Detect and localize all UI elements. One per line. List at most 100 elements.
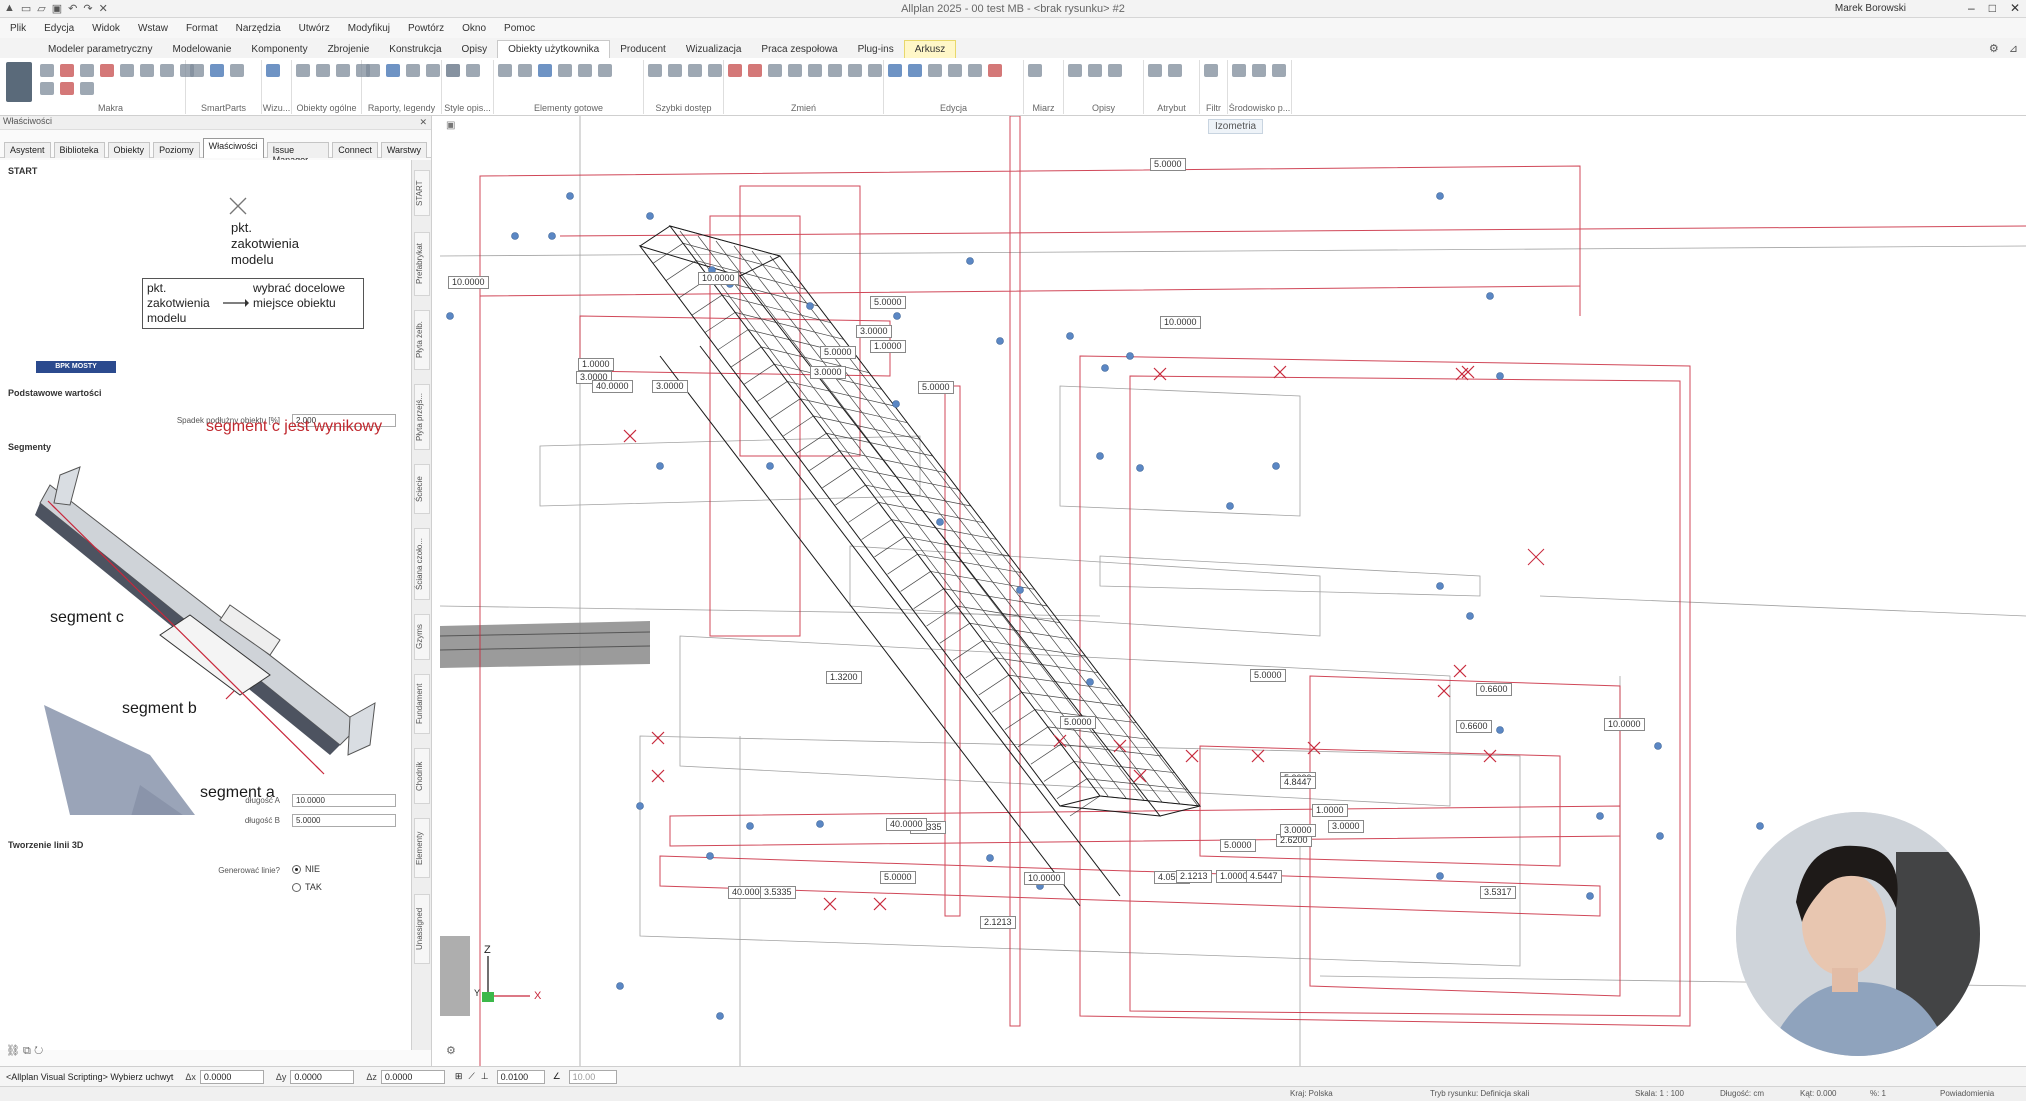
dimension-label[interactable]: 5.0000 <box>1250 669 1286 682</box>
ribbon-tab[interactable]: Plug-ins <box>848 41 904 58</box>
vertical-tab[interactable]: Unassigned <box>414 894 430 964</box>
snap-icon[interactable]: ⊞ <box>455 1071 463 1082</box>
radio-dot[interactable] <box>292 882 301 892</box>
status-percent[interactable]: %: 1 <box>1870 1089 1886 1098</box>
palette-tab[interactable]: Connect <box>332 142 378 158</box>
dimension-label[interactable]: 3.0000 <box>856 325 892 338</box>
filter-icon[interactable] <box>1204 64 1218 77</box>
tool-icon[interactable] <box>386 64 400 77</box>
dimension-label[interactable]: 0.6600 <box>1456 720 1492 733</box>
copy-icon[interactable]: ⧉ <box>23 1045 31 1057</box>
tool-icon[interactable] <box>100 64 114 77</box>
menu-item[interactable]: Narzędzia <box>236 23 281 34</box>
vertical-tab[interactable]: Fundament <box>414 674 430 734</box>
close-icon[interactable]: ✕ <box>419 117 427 128</box>
tool-icon[interactable] <box>708 64 722 77</box>
tool-icon[interactable] <box>1028 64 1042 77</box>
vertical-tab[interactable]: Chodnik <box>414 748 430 804</box>
dimension-label[interactable]: 40.0000 <box>886 818 927 831</box>
status-angle[interactable]: Kąt: 0.000 <box>1800 1089 1836 1098</box>
radio-tak[interactable]: TAK <box>292 882 322 892</box>
menu-item[interactable]: Wstaw <box>138 23 168 34</box>
tool-icon[interactable] <box>728 64 742 77</box>
tool-icon[interactable] <box>988 64 1002 77</box>
maximize-icon[interactable]: □ <box>1989 1 1996 15</box>
ribbon-tab[interactable]: Konstrukcja <box>379 41 451 58</box>
dz-input[interactable]: 0.0000 <box>380 1069 445 1084</box>
tool-icon[interactable] <box>210 64 224 77</box>
track-icon[interactable]: ⟋ <box>468 1071 474 1082</box>
status-notifications[interactable]: Powiadomienia <box>1940 1089 1994 1098</box>
dimension-label[interactable]: 10.0000 <box>1160 316 1201 329</box>
tool-icon[interactable] <box>768 64 782 77</box>
tool-icon[interactable] <box>1232 64 1246 77</box>
dimension-label[interactable]: 0.6600 <box>1476 683 1512 696</box>
palette-tab-active[interactable]: Właściwości <box>202 138 264 158</box>
tool-icon[interactable] <box>466 64 480 77</box>
dimension-label[interactable]: 1.0000 <box>870 340 906 353</box>
tool-icon[interactable] <box>40 82 54 95</box>
refresh-icon[interactable]: ↻ <box>34 1045 43 1057</box>
palette-tab[interactable]: Poziomy <box>153 142 200 158</box>
palette-tab[interactable]: Biblioteka <box>53 142 105 158</box>
tool-icon[interactable] <box>948 64 962 77</box>
tool-icon[interactable] <box>888 64 902 77</box>
vertical-tab[interactable]: Płyta żelb. <box>414 310 430 370</box>
settings-icon[interactable]: ⚙ <box>1989 42 1999 55</box>
dimension-label[interactable]: 3.5335 <box>760 886 796 899</box>
tool-icon[interactable] <box>1108 64 1122 77</box>
angle-input[interactable]: 10.00 <box>568 1069 617 1084</box>
minimize-icon[interactable]: – <box>1968 1 1975 15</box>
vertical-tab[interactable]: START <box>414 170 430 216</box>
step-input[interactable]: 0.0100 <box>496 1069 545 1084</box>
menu-item[interactable]: Powtórz <box>408 23 444 34</box>
tool-icon[interactable] <box>788 64 802 77</box>
ribbon-tab[interactable]: Praca zespołowa <box>751 41 847 58</box>
dimension-label[interactable]: 3.0000 <box>652 380 688 393</box>
menu-item[interactable]: Pomoc <box>504 23 535 34</box>
status-length[interactable]: Długość: cm <box>1720 1089 1764 1098</box>
vertical-tab[interactable]: Płyta przejś... <box>414 384 430 450</box>
tool-icon[interactable] <box>498 64 512 77</box>
tool-icon[interactable] <box>316 64 330 77</box>
dimension-label[interactable]: 10.0000 <box>448 276 489 289</box>
dimension-label[interactable]: 2.1213 <box>1176 870 1212 883</box>
palette-tab[interactable]: Warstwy <box>380 142 427 158</box>
dimension-label[interactable]: 4.8447 <box>1280 776 1316 789</box>
tool-icon[interactable] <box>598 64 612 77</box>
menu-item[interactable]: Widok <box>92 23 120 34</box>
dimension-label[interactable]: 4.5447 <box>1246 870 1282 883</box>
tool-icon[interactable] <box>1168 64 1182 77</box>
length-a-input[interactable]: 10.0000 <box>292 794 396 807</box>
settings-icon[interactable]: ⚙ <box>446 1044 456 1057</box>
tool-icon[interactable] <box>296 64 310 77</box>
tool-icon[interactable] <box>1068 64 1082 77</box>
dimension-label[interactable]: 3.0000 <box>1280 824 1316 837</box>
vertical-tab[interactable]: Ściecie <box>414 464 430 514</box>
radio-dot-selected[interactable] <box>292 864 301 874</box>
dimension-label[interactable]: 5.0000 <box>880 871 916 884</box>
link-icon[interactable]: ⛓ <box>6 1045 20 1057</box>
tool-icon[interactable] <box>908 64 922 77</box>
dx-input[interactable]: 0.0000 <box>199 1069 264 1084</box>
close-icon[interactable]: ✕ <box>2010 1 2020 15</box>
tool-icon[interactable] <box>668 64 682 77</box>
dimension-label[interactable]: 1.0000 <box>578 358 614 371</box>
ribbon-tab[interactable]: Modeler parametryczny <box>38 41 162 58</box>
ribbon-tab[interactable]: Producent <box>610 41 676 58</box>
pin-icon[interactable]: ⊿ <box>2009 42 2018 55</box>
dimension-label[interactable]: 10.0000 <box>1024 872 1065 885</box>
tool-icon[interactable] <box>406 64 420 77</box>
vertical-tab[interactable]: Elementy <box>414 818 430 878</box>
user-name[interactable]: Marek Borowski <box>1835 3 1906 14</box>
angle-snap-icon[interactable]: ∠ <box>553 1071 561 1082</box>
ribbon-tab[interactable]: Komponenty <box>241 41 317 58</box>
dimension-label[interactable]: 40.0000 <box>592 380 633 393</box>
macro-icon[interactable] <box>6 62 32 102</box>
tool-icon[interactable] <box>1272 64 1286 77</box>
tool-icon[interactable] <box>446 64 460 77</box>
dimension-label[interactable]: 3.0000 <box>810 366 846 379</box>
tool-icon[interactable] <box>968 64 982 77</box>
menu-item[interactable]: Edycja <box>44 23 74 34</box>
tool-icon[interactable] <box>1148 64 1162 77</box>
